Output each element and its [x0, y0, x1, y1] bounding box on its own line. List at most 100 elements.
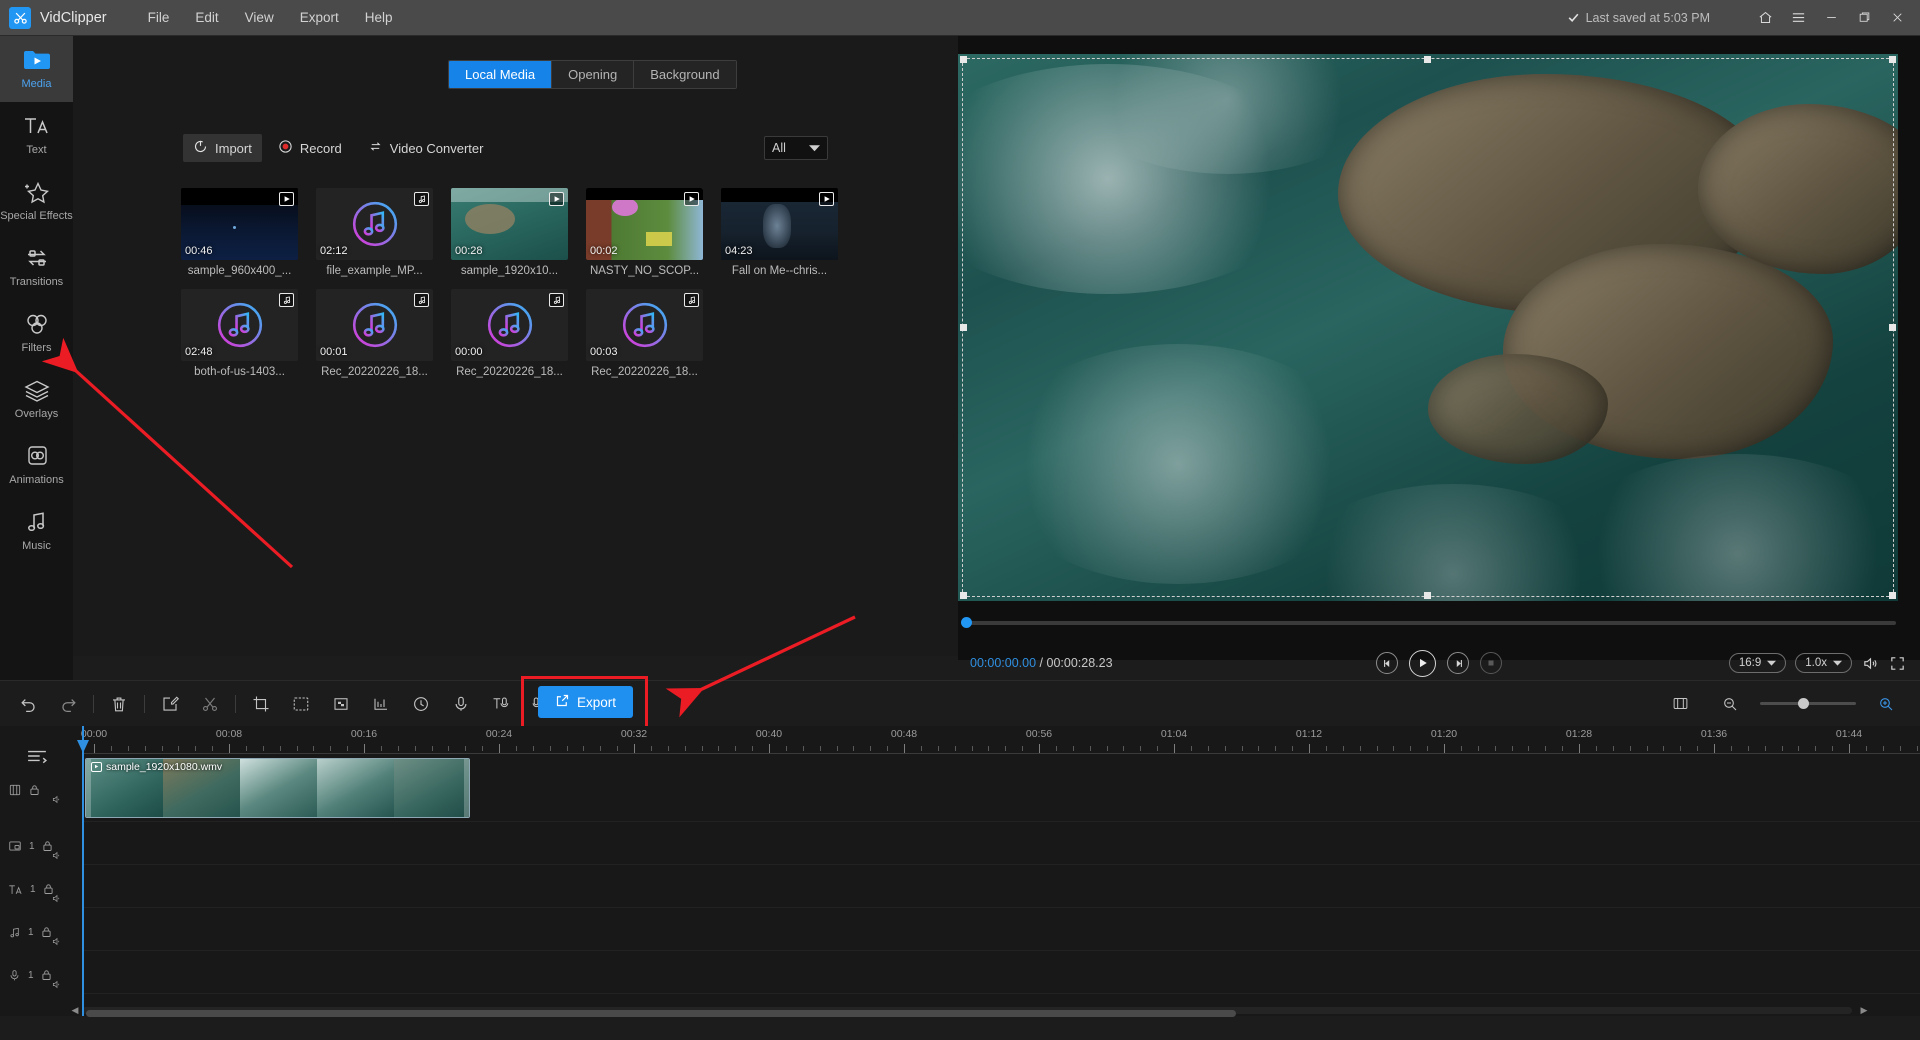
sidebar-item-special-effects[interactable]: Special Effects: [0, 168, 73, 234]
resize-handle-tc[interactable]: [1424, 56, 1431, 63]
sidebar-item-text[interactable]: Text: [0, 102, 73, 168]
import-button[interactable]: Import: [183, 134, 262, 162]
video-preview[interactable]: [958, 54, 1898, 601]
playhead[interactable]: [82, 726, 84, 1016]
zoom-out-icon[interactable]: [1715, 689, 1745, 719]
resize-handle-bl[interactable]: [960, 592, 967, 599]
media-item[interactable]: 02:48 both-of-us-1403...: [181, 289, 298, 378]
speaker-icon[interactable]: [51, 936, 63, 947]
media-item[interactable]: 00:02 NASTY_NO_SCOP...: [586, 188, 703, 277]
track-lane-voice[interactable]: [82, 951, 1920, 994]
media-filter-dropdown[interactable]: All: [764, 136, 828, 160]
record-button[interactable]: Record: [268, 134, 352, 162]
redo-button[interactable]: [53, 689, 83, 719]
track-lane-music[interactable]: [82, 908, 1920, 951]
ruler-tick-minor: [145, 746, 146, 751]
track-lane-text[interactable]: [82, 865, 1920, 908]
lock-icon[interactable]: [41, 969, 52, 981]
sidebar-item-filters[interactable]: Filters: [0, 300, 73, 366]
resize-handle-tl[interactable]: [960, 56, 967, 63]
audio-levels-button[interactable]: [366, 689, 396, 719]
fullscreen-icon[interactable]: [1889, 655, 1906, 672]
preview-seek-bar[interactable]: [966, 621, 1896, 625]
crop-button[interactable]: [246, 689, 276, 719]
sidebar-item-overlays[interactable]: Overlays: [0, 366, 73, 432]
track-lane-pip[interactable]: [82, 822, 1920, 865]
speaker-icon[interactable]: [51, 979, 63, 990]
lock-icon[interactable]: [41, 926, 52, 938]
speaker-icon[interactable]: [51, 893, 63, 904]
voice-track-icon[interactable]: [8, 969, 21, 982]
fit-timeline-icon[interactable]: [1665, 689, 1695, 719]
undo-button[interactable]: [13, 689, 43, 719]
aspect-ratio-dropdown[interactable]: 16:9: [1729, 653, 1786, 673]
playback-speed-dropdown[interactable]: 1.0x: [1795, 653, 1852, 673]
split-button[interactable]: [195, 689, 225, 719]
video-track-icon[interactable]: [8, 783, 22, 797]
resize-handle-br[interactable]: [1889, 592, 1896, 599]
minimize-icon[interactable]: [1816, 4, 1846, 32]
menu-edit[interactable]: Edit: [182, 4, 231, 31]
sidebar-item-transitions[interactable]: Transitions: [0, 234, 73, 300]
zoom-in-icon[interactable]: [1871, 689, 1901, 719]
media-item[interactable]: 00:28 sample_1920x10...: [451, 188, 568, 277]
home-icon[interactable]: [1750, 4, 1780, 32]
tab-background[interactable]: Background: [634, 61, 735, 88]
media-item[interactable]: 00:00 Rec_20220226_18...: [451, 289, 568, 378]
sidebar-item-animations[interactable]: Animations: [0, 432, 73, 498]
menu-view[interactable]: View: [232, 4, 287, 31]
media-item[interactable]: 00:01 Rec_20220226_18...: [316, 289, 433, 378]
video-converter-button[interactable]: Video Converter: [358, 134, 494, 162]
pip-track-icon[interactable]: [8, 839, 22, 853]
scroll-right-icon[interactable]: ▶: [1857, 1004, 1871, 1017]
ruler-label: 01:44: [1836, 728, 1862, 740]
export-button[interactable]: Export: [538, 686, 633, 718]
speaker-icon[interactable]: [1861, 655, 1880, 672]
duration-button[interactable]: [406, 689, 436, 719]
media-item[interactable]: 04:23 Fall on Me--chris...: [721, 188, 838, 277]
timeline-hscrollbar[interactable]: ◀ ▶: [82, 1004, 1920, 1016]
mosaic-button[interactable]: [326, 689, 356, 719]
zoom-pan-button[interactable]: [286, 689, 316, 719]
timeline-ruler[interactable]: 00:0000:0800:1600:2400:3200:4000:4800:56…: [82, 726, 1920, 754]
step-forward-button[interactable]: [1447, 652, 1469, 674]
tab-local-media[interactable]: Local Media: [449, 61, 552, 88]
timeline-clip[interactable]: sample_1920x1080.wmv: [85, 758, 470, 818]
speaker-icon[interactable]: [51, 850, 63, 861]
seek-handle[interactable]: [961, 617, 972, 628]
sidebar-item-music[interactable]: Music: [0, 498, 73, 564]
sidebar-item-media[interactable]: Media: [0, 36, 73, 102]
resize-handle-bc[interactable]: [1424, 592, 1431, 599]
clip-trim-handle-right[interactable]: [464, 759, 469, 817]
menu-file[interactable]: File: [135, 4, 183, 31]
resize-handle-ml[interactable]: [960, 324, 967, 331]
scrollbar-track[interactable]: [82, 1007, 1852, 1014]
delete-button[interactable]: [104, 689, 134, 719]
menu-help[interactable]: Help: [352, 4, 406, 31]
media-item[interactable]: 00:03 Rec_20220226_18...: [586, 289, 703, 378]
close-icon[interactable]: [1882, 4, 1912, 32]
media-name: Rec_20220226_18...: [586, 366, 703, 378]
tab-opening[interactable]: Opening: [552, 61, 634, 88]
resize-handle-mr[interactable]: [1889, 324, 1896, 331]
maximize-icon[interactable]: [1849, 4, 1879, 32]
timeline-zoom-slider[interactable]: [1760, 702, 1856, 705]
text-to-speech-button[interactable]: [486, 689, 516, 719]
speaker-icon[interactable]: [51, 794, 63, 805]
play-button[interactable]: [1409, 650, 1436, 677]
voiceover-button[interactable]: [446, 689, 476, 719]
menu-export[interactable]: Export: [287, 4, 352, 31]
media-item[interactable]: 00:46 sample_960x400_...: [181, 188, 298, 277]
music-track-icon[interactable]: [8, 926, 21, 939]
scrollbar-thumb[interactable]: [86, 1010, 1236, 1017]
hamburger-menu-icon[interactable]: [1783, 4, 1813, 32]
scroll-left-icon[interactable]: ◀: [68, 1004, 82, 1017]
lock-icon[interactable]: [29, 784, 40, 796]
text-track-icon[interactable]: [8, 883, 23, 896]
stop-button[interactable]: [1480, 652, 1502, 674]
edit-button[interactable]: [155, 689, 185, 719]
step-back-button[interactable]: [1376, 652, 1398, 674]
zoom-slider-handle[interactable]: [1798, 698, 1809, 709]
resize-handle-tr[interactable]: [1889, 56, 1896, 63]
media-item[interactable]: 02:12 file_example_MP...: [316, 188, 433, 277]
